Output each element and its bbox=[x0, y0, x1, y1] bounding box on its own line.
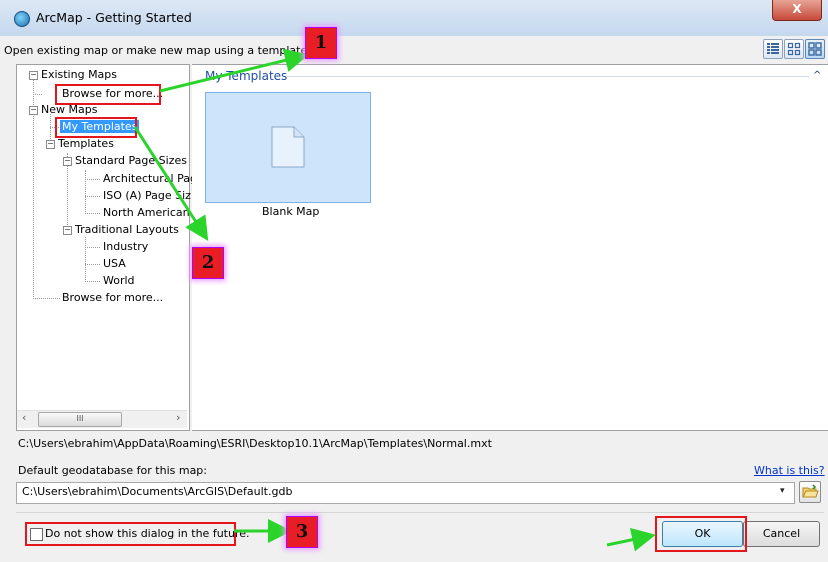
step-1-badge: 1 bbox=[305, 27, 337, 59]
arrow-ok bbox=[606, 527, 656, 552]
arrow-step-2 bbox=[133, 126, 209, 242]
annotation-arrows bbox=[133, 48, 656, 552]
arrow-step-1 bbox=[159, 48, 309, 93]
step-3-badge: 3 bbox=[286, 516, 318, 548]
step-2-badge: 2 bbox=[192, 247, 224, 279]
